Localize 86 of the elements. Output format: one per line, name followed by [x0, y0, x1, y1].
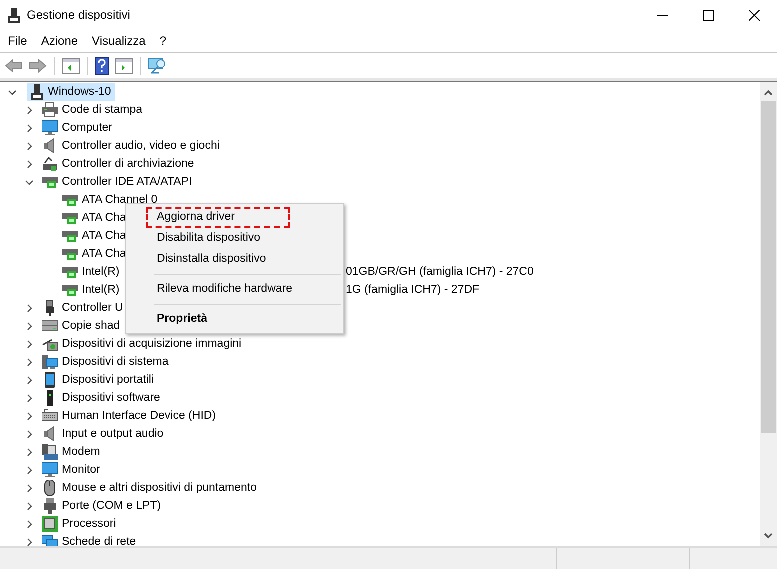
expand-chevron-icon[interactable] [25, 430, 34, 438]
tree-item[interactable]: Intel(R) [82, 282, 120, 298]
expand-chevron-icon[interactable] [25, 358, 34, 366]
printer-icon [42, 102, 58, 118]
tree-item[interactable]: Monitor [62, 462, 100, 478]
keyboard-icon [42, 408, 58, 424]
expand-chevron-icon[interactable] [25, 538, 34, 546]
expand-chevron-icon[interactable] [25, 376, 34, 384]
menu-item[interactable]: Proprietà [146, 309, 323, 330]
collapse-chevron-icon[interactable] [8, 88, 17, 96]
pane-toggle-button[interactable] [59, 56, 83, 76]
adapter-card-icon [62, 264, 78, 280]
tree-item[interactable]: Dispositivi software [62, 390, 160, 406]
tree-item[interactable]: Modem [62, 444, 100, 460]
tree-item-label: 1G (famiglia ICH7) - 27DF [346, 284, 480, 296]
expand-chevron-icon[interactable] [25, 322, 34, 330]
tree-item[interactable]: Windows-10 [27, 83, 116, 101]
menu-item[interactable]: ? [154, 32, 173, 50]
expand-chevron-icon[interactable] [25, 394, 34, 402]
expand-chevron-icon[interactable] [25, 448, 34, 456]
expand-chevron-icon[interactable] [25, 160, 34, 168]
adapter-card-icon [62, 210, 78, 226]
modem-icon [42, 444, 58, 460]
vertical-scrollbar[interactable] [760, 82, 777, 546]
tree-item[interactable]: Dispositivi di acquisizione immagini [62, 336, 242, 352]
tree-item-label: 01GB/GR/GH (famiglia ICH7) - 27C0 [346, 266, 534, 278]
monitor-icon [42, 120, 58, 136]
port-icon [42, 498, 58, 514]
expand-chevron-icon[interactable] [25, 466, 34, 474]
tree-item[interactable]: Mouse e altri dispositivi di puntamento [62, 480, 257, 496]
close-icon [748, 10, 760, 20]
tree-item[interactable]: Controller U [62, 300, 124, 316]
adapter-card-icon [62, 246, 78, 262]
tree-item[interactable]: Intel(R) [82, 264, 120, 280]
tree-item[interactable]: Schede di rete [62, 534, 136, 546]
computer-tower-icon [31, 84, 43, 100]
tree-item[interactable]: Processori [62, 516, 116, 532]
tree-item[interactable]: Code di stampa [62, 102, 143, 118]
tree-item[interactable]: Human Interface Device (HID) [62, 408, 216, 424]
expand-chevron-icon[interactable] [25, 106, 34, 114]
expand-chevron-icon[interactable] [25, 124, 34, 132]
expand-chevron-icon[interactable] [25, 520, 34, 528]
adapter-card-icon [62, 282, 78, 298]
tree-item[interactable]: Copie shad [62, 318, 120, 334]
menu-item[interactable]: Aggiorna driver [146, 207, 290, 228]
tree-item[interactable]: Computer [62, 120, 112, 136]
collapse-chevron-icon[interactable] [25, 178, 34, 186]
menu-item[interactable]: Visualizza [86, 32, 152, 50]
window-title: Gestione dispositivi [27, 8, 130, 22]
tree-item[interactable]: Controller audio, video e giochi [62, 138, 220, 154]
tree-item[interactable]: Dispositivi portatili [62, 372, 154, 388]
help-button[interactable] [92, 54, 112, 76]
expand-chevron-icon[interactable] [25, 502, 34, 510]
system-icon [42, 354, 58, 370]
expand-chevron-icon[interactable] [25, 142, 34, 150]
monitor-icon [42, 462, 58, 478]
mouse-icon [42, 480, 58, 496]
expand-chevron-icon[interactable] [25, 304, 34, 312]
tree-item[interactable]: Input e output audio [62, 426, 164, 442]
drive-icon [42, 318, 58, 334]
scroll-down-icon[interactable] [764, 533, 773, 539]
chip-icon [42, 516, 58, 532]
scroll-up-icon[interactable] [764, 90, 773, 96]
tree-item[interactable]: Dispositivi di sistema [62, 354, 169, 370]
storage-controller-icon [42, 156, 58, 172]
expand-chevron-icon[interactable] [25, 484, 34, 492]
tree-item[interactable]: ATA Channel 0 [82, 192, 158, 208]
expand-chevron-icon[interactable] [25, 340, 34, 348]
adapter-card-icon [42, 174, 58, 190]
pane-toggle-button[interactable] [112, 56, 136, 76]
adapter-card-icon [62, 192, 78, 208]
tree-item[interactable]: Controller di archiviazione [62, 156, 194, 172]
maximize-icon [702, 10, 714, 20]
adapter-card-icon [62, 228, 78, 244]
tree-item-label: Windows-10 [48, 85, 112, 100]
menu-item[interactable]: Disinstalla dispositivo [146, 249, 323, 270]
menu-item[interactable]: Disabilita dispositivo [146, 228, 323, 249]
expand-chevron-icon[interactable] [25, 412, 34, 420]
menu-item[interactable]: Rileva modifiche hardware [146, 279, 323, 300]
scrollbar-thumb[interactable] [761, 101, 776, 433]
tree-item[interactable]: Controller IDE ATA/ATAPI [62, 174, 192, 190]
menu-item[interactable]: File [2, 32, 34, 50]
menu-item[interactable]: Azione [35, 32, 84, 50]
device-manager-icon [8, 8, 20, 22]
tree-item[interactable]: Porte (COM e LPT) [62, 498, 162, 514]
tablet-icon [42, 372, 58, 388]
